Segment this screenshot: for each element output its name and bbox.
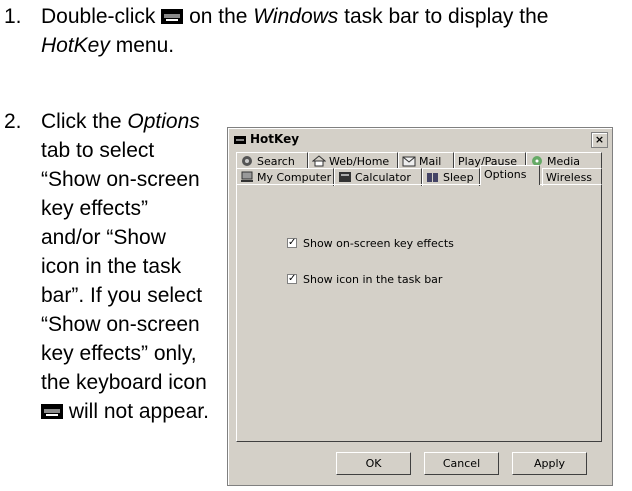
checkbox[interactable]: ✓ [287, 238, 297, 248]
home-icon [311, 155, 327, 167]
option-show-key-effects[interactable]: ✓ Show on-screen key effects [287, 237, 537, 251]
tab-options[interactable]: Options [480, 165, 540, 185]
computer-icon [240, 171, 254, 183]
step-number: 2. [4, 110, 22, 133]
step-text: will not appear. [68, 400, 209, 423]
tab-label: Options [484, 168, 527, 181]
tab-label: Wireless [546, 171, 593, 184]
search-icon [240, 155, 254, 167]
keyboard-icon [234, 136, 246, 144]
cancel-button[interactable]: Cancel [424, 452, 499, 475]
dialog-title: HotKey [250, 132, 300, 146]
tab-label: Mail [419, 155, 442, 168]
tab-label: My Computer [257, 171, 332, 184]
tab-label: Media [547, 155, 581, 168]
keyboard-icon [161, 9, 184, 24]
tab-label: Search [257, 155, 295, 168]
checkbox[interactable]: ✓ [287, 274, 297, 284]
keyboard-icon [41, 404, 63, 419]
step-text: task bar to display the [344, 5, 549, 28]
hotkey-text: HotKey [41, 34, 110, 57]
step-number: 1. [4, 5, 22, 28]
ok-button[interactable]: OK [336, 452, 411, 475]
tab-label: Calculator [355, 171, 411, 184]
windows-text: Windows [253, 5, 339, 28]
step-text: menu. [115, 34, 175, 57]
step-1-text: Double-click on the Windows task bar to … [41, 2, 631, 60]
hotkey-dialog: HotKey × Search Web/Home Mail Play/Pause… [227, 127, 613, 486]
sleep-icon [426, 171, 440, 183]
options-panel: ✓ Show on-screen key effects ✓ Show icon… [236, 184, 602, 442]
checkbox-label: Show on-screen key effects [303, 237, 454, 250]
option-show-icon-taskbar[interactable]: ✓ Show icon in the task bar [287, 273, 537, 287]
close-button[interactable]: × [591, 132, 608, 148]
step-text: tab to select “Show on-screen key effect… [41, 139, 207, 394]
checkbox-label: Show icon in the task bar [303, 273, 443, 286]
title-bar: HotKey × [230, 130, 610, 150]
step-text: Click the [41, 110, 122, 133]
mail-icon [402, 155, 416, 167]
apply-button[interactable]: Apply [512, 452, 587, 475]
calculator-icon [338, 171, 352, 183]
step-text: Double-click [41, 5, 156, 28]
step-text: on the [189, 5, 248, 28]
step-2-text: Click the Options tab to select “Show on… [41, 107, 209, 426]
tab-label: Web/Home [329, 155, 390, 168]
options-text: Options [127, 110, 200, 133]
tab-label: Sleep [443, 171, 474, 184]
